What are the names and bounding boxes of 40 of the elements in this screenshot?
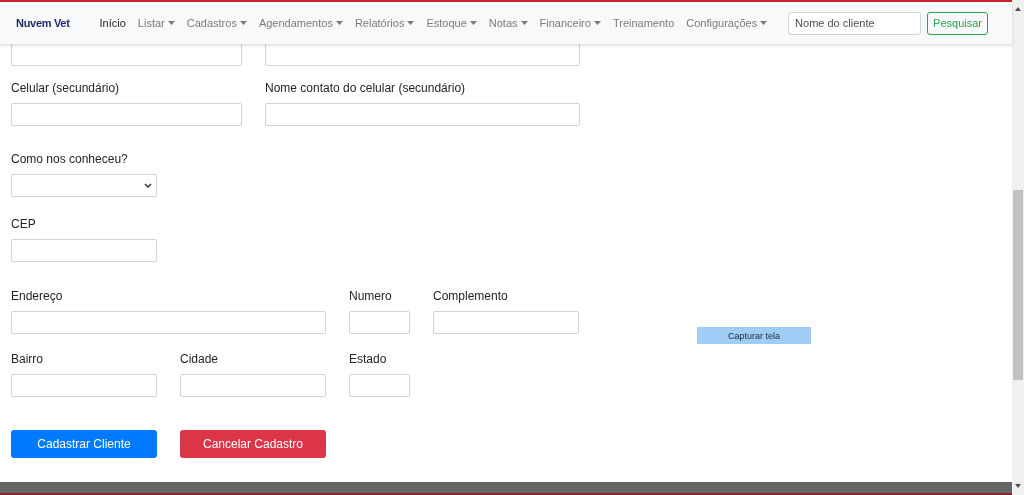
field-label: Complemento [433,288,509,305]
nav-link[interactable]: Relatórios [348,17,421,29]
text-field[interactable] [11,103,242,126]
field-label: Nome contato do celular (secundário) [265,80,467,97]
field-label: Endereço [11,288,64,305]
nav-link[interactable]: Início [93,17,132,29]
select-field[interactable] [11,174,157,197]
text-field[interactable] [349,374,410,397]
nav-link[interactable]: Configurações [680,17,774,29]
text-field[interactable] [11,374,157,397]
field-label: Numero [349,288,393,305]
field-label: Celular (secundário) [11,80,121,97]
text-field[interactable] [349,311,410,334]
search-button[interactable]: Pesquisar [927,11,988,35]
text-field[interactable] [265,103,580,126]
chevron-icon [144,182,152,189]
nav-link[interactable]: Cadastros [180,17,253,29]
capture-button[interactable]: Capturar tela [697,327,811,344]
nav-link[interactable]: Financeiro [533,17,607,29]
scrollbar[interactable] [1012,0,1024,495]
field-label: Cidade [180,351,220,368]
text-field[interactable] [265,43,580,66]
field-label: CEP [11,216,37,233]
text-field[interactable] [433,311,579,334]
text-field[interactable] [11,239,157,262]
text-field[interactable] [11,311,326,334]
nav-link[interactable]: Treinamento [606,17,681,29]
field-label: Bairro [11,351,44,368]
nav-link[interactable]: Estoque [420,17,483,29]
nav-link[interactable]: Listar [131,17,181,29]
cancel-button[interactable]: Cancelar Cadastro [180,430,326,458]
brand-logo[interactable]: Nuvem Vet [16,17,70,29]
nav-link[interactable]: Notas [482,17,534,29]
text-field[interactable] [180,374,326,397]
search-field[interactable]: Nome do cliente [788,11,922,35]
nav-link[interactable]: Agendamentos [252,17,349,29]
field-label: Como nos conheceu? [11,151,129,168]
submit-button[interactable]: Cadastrar Cliente [11,430,157,458]
text-field[interactable] [11,43,242,66]
field-label: Estado [349,351,388,368]
